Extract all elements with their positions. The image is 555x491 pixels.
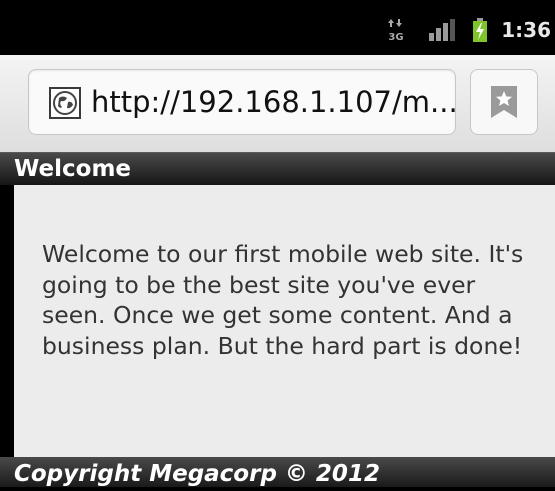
bookmark-star-icon bbox=[491, 86, 517, 118]
status-clock: 1:36 bbox=[501, 18, 551, 42]
status-icons: 3G 1:36 bbox=[387, 15, 555, 45]
network-3g-icon: 3G bbox=[387, 18, 405, 42]
svg-text:3G: 3G bbox=[389, 32, 404, 42]
copyright-text: Copyright Megacorp © 2012 bbox=[14, 461, 380, 487]
url-bar[interactable]: http://192.168.1.107/m... bbox=[28, 69, 458, 135]
url-text: http://192.168.1.107/m... bbox=[91, 85, 458, 119]
welcome-paragraph: Welcome to our first mobile web site. It… bbox=[42, 240, 524, 360]
bookmarks-button[interactable] bbox=[470, 69, 538, 135]
status-bar: 3G 1:36 bbox=[0, 0, 555, 55]
page-footer-bar: Copyright Megacorp © 2012 bbox=[0, 457, 555, 487]
site-globe-icon bbox=[49, 87, 81, 119]
page-title: Welcome bbox=[14, 156, 132, 182]
battery-charging-icon bbox=[473, 18, 488, 42]
signal-strength-icon bbox=[429, 19, 456, 41]
page-content: Welcome to our first mobile web site. It… bbox=[14, 185, 555, 457]
browser-url-area: http://192.168.1.107/m... bbox=[0, 55, 555, 152]
page-header-bar: Welcome bbox=[0, 152, 555, 185]
